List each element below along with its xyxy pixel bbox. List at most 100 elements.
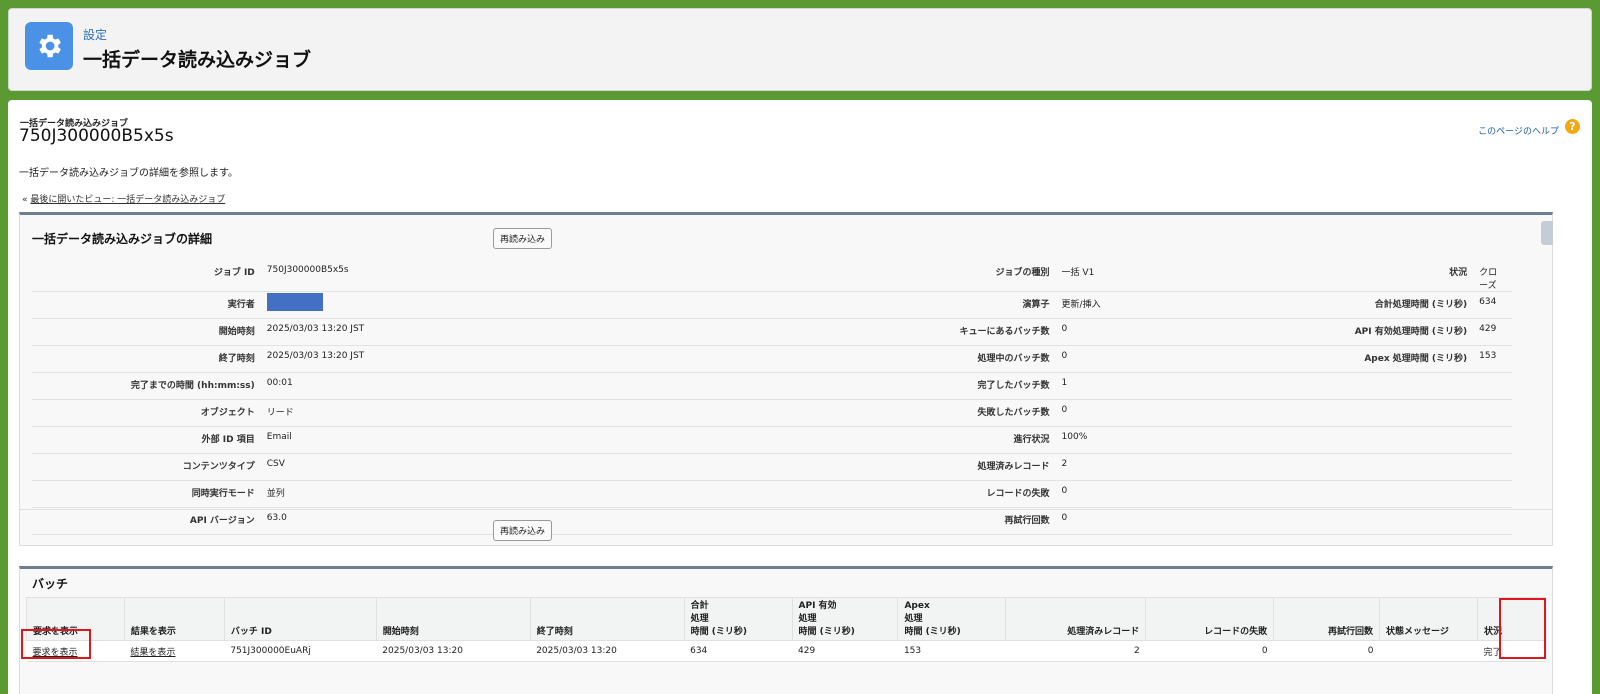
setup-header: 設定 一括データ読み込みジョブ	[8, 8, 1592, 91]
detail-row: コンテンツタイプ CSV 処理済みレコード 2	[32, 453, 1512, 481]
detail-row: 同時実行モード 並列 レコードの失敗 0	[32, 480, 1512, 508]
field-label: ジョブ ID	[32, 260, 261, 292]
collapse-tab-icon[interactable]	[1541, 221, 1553, 245]
field-label: API バージョン	[32, 507, 261, 535]
table-cell	[1379, 640, 1478, 662]
detail-table: ジョブ ID 750J300000B5x5s ジョブの種別 一括 V1 状況 クローズ 実行…	[32, 260, 1512, 535]
field-value: リード	[260, 399, 784, 427]
field-label: 完了までの時間 (hh:mm:ss)	[32, 372, 261, 400]
detail-row: 終了時刻 2025/03/03 13:20 JST 処理中のバッチ数 0 Apex 処理…	[32, 345, 1512, 373]
help-icon[interactable]: ?	[1565, 119, 1580, 134]
field-value: 750J300000B5x5s	[260, 260, 784, 292]
field-label	[1258, 507, 1474, 535]
detail-row: ジョブ ID 750J300000B5x5s ジョブの種別 一括 V1 状況 クローズ	[32, 260, 1512, 292]
field-value: 並列	[260, 480, 784, 508]
column-header[interactable]: API 有効 処理 時間 (ミリ秒)	[791, 597, 899, 641]
table-cell: 2025/03/03 13:20	[376, 640, 531, 662]
field-label	[1258, 399, 1474, 427]
column-header[interactable]: レコードの失敗	[1145, 597, 1275, 641]
detail-row: 外部 ID 項目 Email 進行状況 100%	[32, 426, 1512, 454]
column-header[interactable]: 状態メッセージ	[1379, 597, 1478, 641]
table-cell: 751J300000EuARj	[224, 640, 377, 662]
table-cell: 結果を表示	[124, 640, 225, 662]
field-label	[1258, 426, 1474, 454]
help-link[interactable]: このページのヘルプ	[1478, 124, 1559, 137]
detail-row: 実行者 演算子 更新/挿入 合計処理時間 (ミリ秒) 634	[32, 291, 1512, 319]
field-label: 完了したバッチ数	[783, 372, 1056, 400]
field-value	[1473, 480, 1512, 508]
detail-row: 開始時刻 2025/03/03 13:20 JST キューにあるバッチ数 0 API 有…	[32, 318, 1512, 346]
field-value	[1473, 507, 1512, 535]
table-row: 要求を表示 結果を表示 751J300000EuARj 2025/03/03 13:2…	[26, 640, 1546, 662]
field-label: 合計処理時間 (ミリ秒)	[1258, 291, 1474, 319]
column-header[interactable]: 再試行回数	[1273, 597, 1381, 641]
field-value: 0	[1055, 399, 1259, 427]
table-cell: 634	[684, 640, 793, 662]
batch-table: 要求を表示 結果を表示 バッチ ID 開始時刻 終了時刻 合計 処理 時間 (ミリ秒) AP…	[26, 597, 1547, 662]
detail-section-title: 一括データ読み込みジョブの詳細	[32, 232, 213, 246]
reload-button-bottom[interactable]: 再読み込み	[493, 520, 553, 541]
breadcrumb[interactable]: 設定	[83, 26, 107, 43]
column-header[interactable]: 開始時刻	[375, 597, 531, 641]
highlight-box-view-request	[21, 629, 91, 659]
field-label	[1258, 453, 1474, 481]
field-value: 2025/03/03 13:20 JST	[260, 318, 784, 346]
field-label: Apex 処理時間 (ミリ秒)	[1258, 345, 1474, 373]
field-value: CSV	[260, 453, 784, 481]
field-value	[1473, 453, 1512, 481]
field-label	[1258, 480, 1474, 508]
field-value	[1473, 426, 1512, 454]
field-label: 同時実行モード	[32, 480, 261, 508]
field-value: 2025/03/03 13:20 JST	[260, 345, 784, 373]
column-header[interactable]: 終了時刻	[529, 597, 685, 641]
field-label: API 有効処理時間 (ミリ秒)	[1258, 318, 1474, 346]
field-value: 1	[1055, 372, 1259, 400]
column-header[interactable]: 合計 処理 時間 (ミリ秒)	[683, 597, 793, 641]
field-value: クローズ	[1473, 260, 1512, 292]
field-value: 0	[1055, 480, 1259, 508]
reload-button-top[interactable]: 再読み込み	[493, 228, 553, 249]
field-label: 処理中のバッチ数	[783, 345, 1056, 373]
back-to-list-link[interactable]: 最後に開いたビュー: 一括データ読み込みジョブ	[30, 195, 225, 205]
highlight-box-status	[1499, 598, 1546, 659]
field-value: 153	[1473, 345, 1512, 373]
table-cell: 0	[1273, 640, 1380, 662]
table-cell: 2025/03/03 13:20	[530, 640, 685, 662]
table-cell: 429	[792, 640, 898, 662]
column-header[interactable]: 結果を表示	[123, 597, 225, 641]
detail-footer	[20, 509, 1552, 510]
field-value: Email	[260, 426, 784, 454]
page-title: 一括データ読み込みジョブ	[83, 49, 312, 71]
page-description: 一括データ読み込みジョブの詳細を参照します。	[19, 168, 238, 179]
column-header[interactable]: Apex 処理 時間 (ミリ秒)	[897, 597, 1007, 641]
redacted-user	[266, 293, 323, 311]
field-label: 状況	[1258, 260, 1474, 292]
view-result-link[interactable]: 結果を表示	[130, 648, 175, 658]
main-content: 一括データ読み込みジョブ 750J300000B5x5s このページのヘルプ ?…	[8, 100, 1592, 694]
field-value	[1473, 372, 1512, 400]
field-label: 終了時刻	[32, 345, 261, 373]
field-value: 0	[1055, 318, 1259, 346]
field-label: 処理済みレコード	[783, 453, 1056, 481]
field-label: 再試行回数	[783, 507, 1056, 535]
gear-icon	[25, 22, 73, 70]
batch-panel: バッチ 要求を表示 結果を表示 バッチ ID 開始時刻 終了時刻 合計 処理 時間 (ミリ…	[19, 566, 1553, 694]
job-detail-panel: 一括データ読み込みジョブの詳細 再読み込み ジョブ ID 750J300000B5…	[19, 212, 1553, 546]
field-label: コンテンツタイプ	[32, 453, 261, 481]
detail-row: 完了までの時間 (hh:mm:ss) 00:01 完了したバッチ数 1	[32, 372, 1512, 400]
field-value: 00:01	[260, 372, 784, 400]
field-value: 429	[1473, 318, 1512, 346]
field-value: 更新/挿入	[1055, 291, 1259, 319]
batch-section-title: バッチ	[32, 577, 69, 591]
column-header[interactable]: バッチ ID	[223, 597, 377, 641]
field-value	[1473, 399, 1512, 427]
field-label: 外部 ID 項目	[32, 426, 261, 454]
table-cell: 153	[897, 640, 1006, 662]
field-value: 一括 V1	[1055, 260, 1259, 292]
field-value: 2	[1055, 453, 1259, 481]
field-label: オブジェクト	[32, 399, 261, 427]
detail-row: オブジェクト リード 失敗したバッチ数 0	[32, 399, 1512, 427]
column-header[interactable]: 処理済みレコード	[1005, 597, 1147, 641]
detail-row: API バージョン 63.0 再試行回数 0	[32, 507, 1512, 535]
field-value: 634	[1473, 291, 1512, 319]
